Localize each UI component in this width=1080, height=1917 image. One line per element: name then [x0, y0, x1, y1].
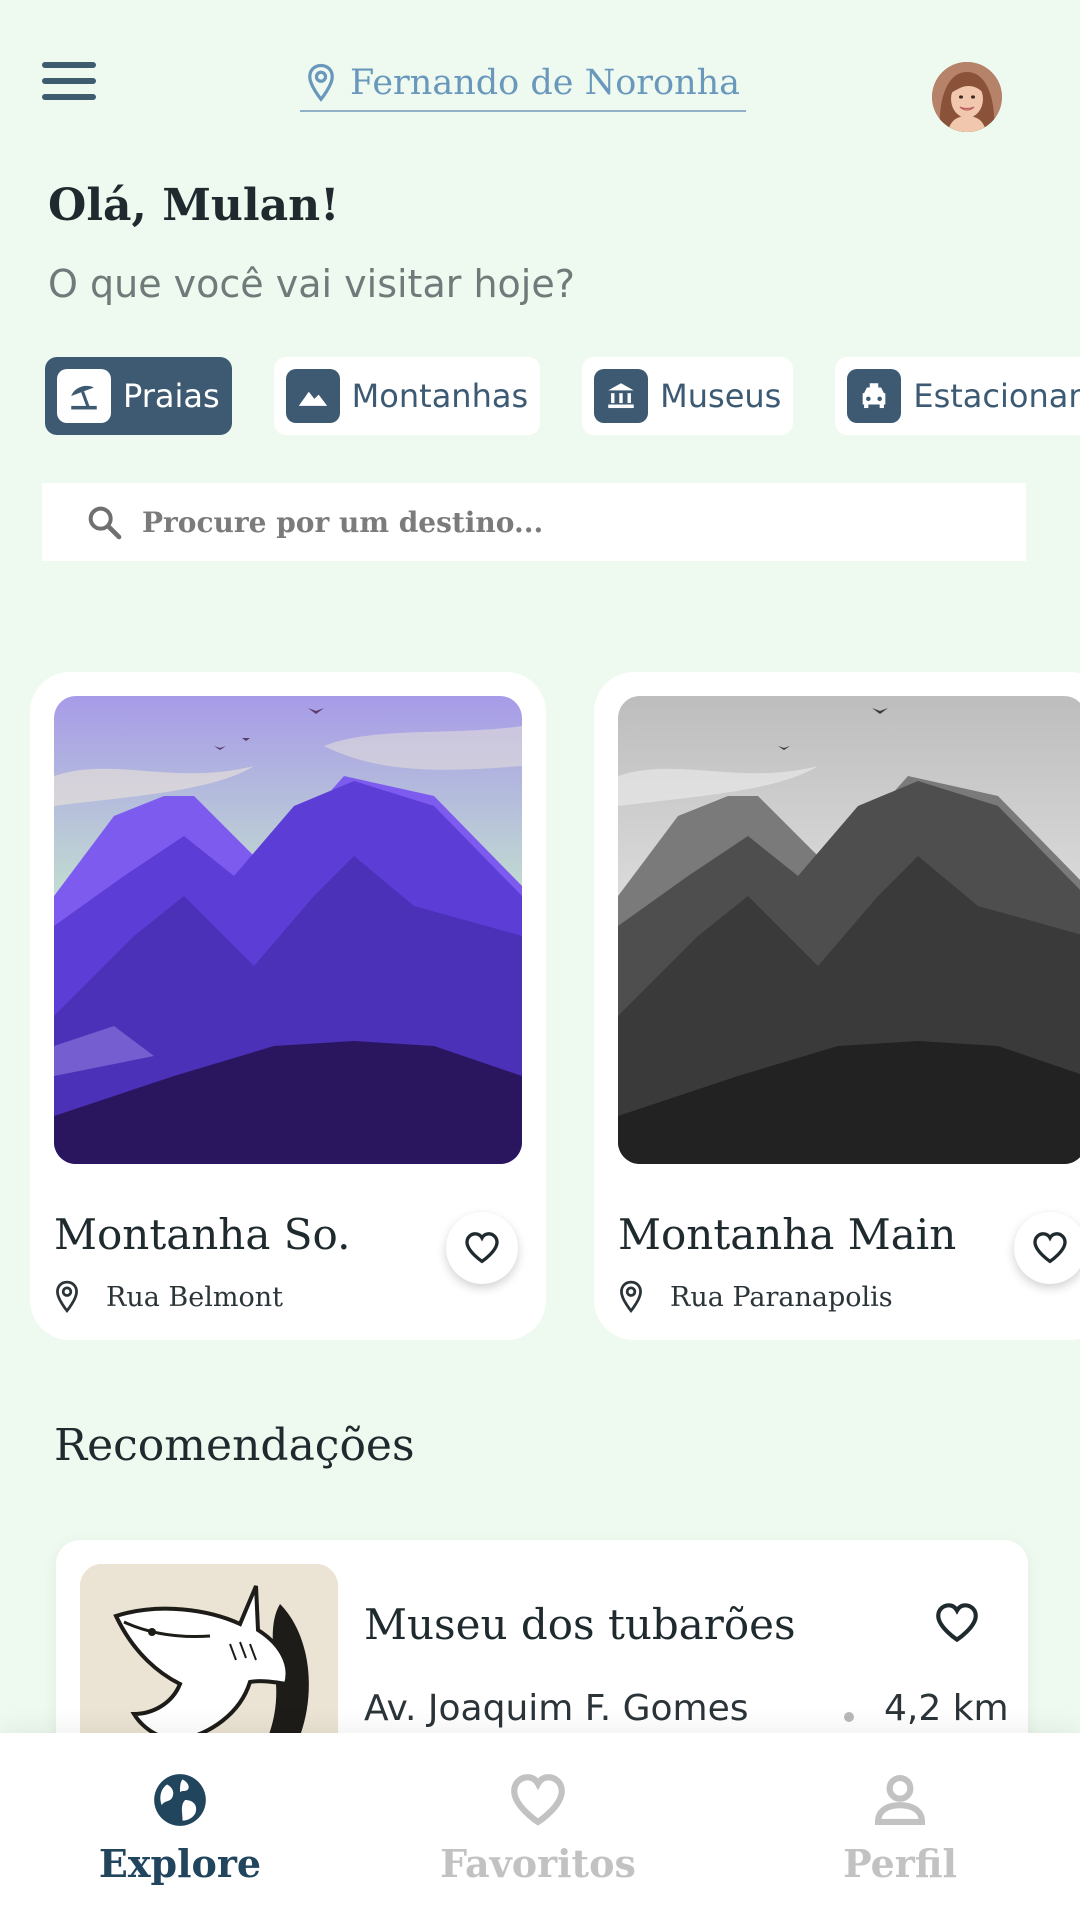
location-pin-icon — [56, 1280, 78, 1313]
nav-explore[interactable]: Explore — [50, 1769, 310, 1886]
featured-card[interactable]: Montanha So. Rua Belmont — [30, 672, 546, 1340]
hamburger-menu-icon[interactable] — [42, 62, 96, 100]
featured-carousel: Montanha So. Rua Belmont Montanha Main R… — [0, 672, 1080, 1342]
location-pin-icon — [308, 63, 334, 102]
favorite-button[interactable] — [1014, 1212, 1080, 1284]
search-input[interactable] — [142, 505, 962, 539]
location-label: Fernando de Noronha — [349, 63, 741, 103]
greeting-title: Olá, Mulan! — [48, 180, 340, 231]
museum-icon — [594, 369, 649, 423]
address-label: Rua Paranapolis — [670, 1281, 893, 1313]
category-chip-museus[interactable]: Museus — [582, 357, 794, 435]
greeting-subtitle: O que você vai visitar hoje? — [48, 262, 575, 306]
category-chip-praias[interactable]: Praias — [45, 357, 232, 435]
purple-mountains-image — [54, 696, 522, 1164]
category-label: Estacionamento — [913, 377, 1080, 415]
heart-icon — [465, 1232, 499, 1264]
search-bar — [42, 483, 1026, 561]
featured-card-title: Montanha So. — [54, 1210, 351, 1259]
separator-dot — [844, 1712, 854, 1722]
nav-explore-label: Explore — [98, 1841, 262, 1886]
location-pin-icon — [620, 1280, 642, 1313]
top-bar: Fernando de Noronha — [0, 0, 1080, 140]
category-label: Praias — [123, 377, 220, 415]
featured-card-address: Rua Paranapolis — [618, 1280, 893, 1314]
grey-mountains-image — [618, 696, 1080, 1164]
location-selector[interactable]: Fernando de Noronha — [300, 56, 746, 112]
recommendation-distance: 4,2 km — [884, 1688, 1009, 1729]
search-icon — [88, 506, 122, 540]
category-chip-montanhas[interactable]: Montanhas — [273, 357, 541, 435]
featured-card[interactable]: Montanha Main Rua Paranapolis — [594, 672, 1080, 1340]
heart-icon — [511, 1774, 565, 1826]
heart-icon[interactable] — [932, 1598, 982, 1648]
category-label: Museus — [660, 377, 782, 415]
beach-umbrella-icon — [57, 369, 111, 423]
taxi-icon — [847, 369, 902, 423]
nav-profile[interactable]: Perfil — [770, 1769, 1030, 1886]
mountain-icon — [285, 369, 340, 423]
recommendations-title: Recomendações — [54, 1420, 415, 1471]
bottom-navigation: Explore Favoritos Perfil — [0, 1733, 1080, 1917]
favorite-button[interactable] — [446, 1212, 518, 1284]
nav-profile-label: Perfil — [843, 1841, 957, 1886]
recommendation-address: Av. Joaquim F. Gomes — [364, 1688, 749, 1729]
user-avatar[interactable] — [932, 62, 1002, 132]
category-chip-estacionamento[interactable]: Estacionamento — [835, 357, 1080, 435]
category-label: Montanhas — [351, 377, 529, 415]
featured-card-title: Montanha Main — [618, 1210, 957, 1259]
featured-card-address: Rua Belmont — [54, 1280, 283, 1314]
person-icon — [874, 1774, 926, 1826]
globe-icon — [154, 1774, 206, 1826]
address-label: Rua Belmont — [106, 1281, 283, 1313]
nav-favorites[interactable]: Favoritos — [408, 1769, 668, 1886]
nav-favorites-label: Favoritos — [440, 1841, 636, 1886]
heart-icon — [1033, 1232, 1067, 1264]
recommendation-title: Museu dos tubarões — [364, 1600, 796, 1649]
